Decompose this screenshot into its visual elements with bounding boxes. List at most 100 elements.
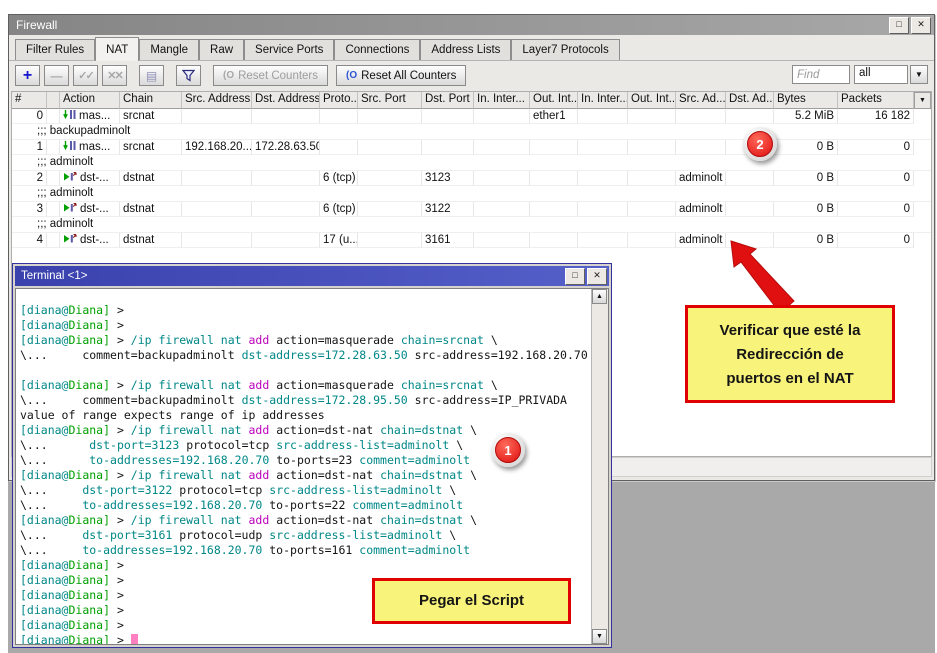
- cell: 6 (tcp): [320, 171, 358, 186]
- nat-rule-row[interactable]: 1mas...srcnat192.168.20...172.28.63.500 …: [12, 140, 931, 155]
- column-header-[interactable]: #: [12, 92, 47, 109]
- find-input[interactable]: [792, 65, 850, 84]
- terminal-line: value of range expects range of ip addre…: [20, 408, 590, 423]
- comment-row[interactable]: ;;; backupadminolt: [12, 124, 931, 140]
- terminal-line: [20, 363, 590, 378]
- cell: [628, 171, 676, 186]
- close-icon[interactable]: ✕: [587, 268, 607, 285]
- nat-rule-row[interactable]: 0mas...srcnatether15.2 MiB16 182: [12, 109, 931, 124]
- cell: dst-...: [60, 202, 120, 217]
- close-icon[interactable]: ✕: [911, 17, 931, 34]
- scroll-up-icon[interactable]: ▲: [592, 289, 607, 304]
- comment-row[interactable]: ;;; adminolt: [12, 186, 931, 202]
- column-header-in-inter[interactable]: In. Inter...: [578, 92, 628, 109]
- tab-layer7-protocols[interactable]: Layer7 Protocols: [511, 39, 619, 60]
- column-header-action[interactable]: Action: [60, 92, 120, 109]
- tab-bar: Filter RulesNATMangleRawService PortsCon…: [9, 35, 934, 61]
- tab-connections[interactable]: Connections: [334, 39, 420, 60]
- maximize-icon[interactable]: □: [565, 268, 585, 285]
- scroll-down-icon[interactable]: ▼: [592, 629, 607, 644]
- column-header-dst-port[interactable]: Dst. Port: [422, 92, 474, 109]
- cell: [422, 109, 474, 124]
- reset-counters-button[interactable]: (O Reset Counters: [213, 65, 328, 86]
- add-icon: +: [23, 69, 32, 83]
- cell: 0: [838, 233, 914, 248]
- reset-all-counters-button[interactable]: (O Reset All Counters: [336, 65, 466, 86]
- column-header-src-ad[interactable]: Src. Ad...: [676, 92, 726, 109]
- cell: adminolt: [676, 202, 726, 217]
- callout-line: Redirección de: [688, 343, 892, 367]
- column-header-src-port[interactable]: Src. Port: [358, 92, 422, 109]
- reset-counters-label: Reset Counters: [238, 70, 318, 82]
- enable-rule-button[interactable]: ✓✓: [73, 65, 98, 86]
- cell: [578, 171, 628, 186]
- reset-icon: (O: [223, 70, 234, 81]
- terminal-line: [diana@Diana] >: [20, 303, 590, 318]
- tab-filter-rules[interactable]: Filter Rules: [15, 39, 95, 60]
- tab-nat[interactable]: NAT: [95, 37, 139, 61]
- column-header-out-int[interactable]: Out. Int...: [628, 92, 676, 109]
- cell: [182, 171, 252, 186]
- cell: [578, 233, 628, 248]
- cell: [358, 140, 422, 155]
- tab-mangle[interactable]: Mangle: [139, 39, 199, 60]
- cell: [578, 202, 628, 217]
- cell: 16 182: [838, 109, 914, 124]
- tab-raw[interactable]: Raw: [199, 39, 244, 60]
- terminal-line: \... to-addresses=192.168.20.70 to-ports…: [20, 498, 590, 513]
- filter-button[interactable]: [176, 65, 201, 86]
- terminal-line: [diana@Diana] > /ip firewall nat add act…: [20, 378, 590, 393]
- add-rule-button[interactable]: +: [15, 65, 40, 86]
- cell: [358, 202, 422, 217]
- column-select-icon[interactable]: ▼: [914, 92, 931, 109]
- firewall-titlebar[interactable]: Firewall □ ✕: [9, 15, 934, 35]
- terminal-line: \... comment=backupadminolt dst-address=…: [20, 393, 590, 408]
- cell: 172.28.63.50: [252, 140, 320, 155]
- column-header-chain[interactable]: Chain: [120, 92, 182, 109]
- cell: 0 B: [774, 171, 838, 186]
- comment-row[interactable]: ;;; adminolt: [12, 155, 931, 171]
- column-header-proto[interactable]: Proto...: [320, 92, 358, 109]
- nat-rule-row[interactable]: 4dst-...dstnat17 (u...3161adminolt0 B0: [12, 233, 931, 248]
- dstnat-icon: [63, 202, 77, 217]
- column-header-out-int[interactable]: Out. Int...: [530, 92, 578, 109]
- cell: srcnat: [120, 109, 182, 124]
- filter-scope-select[interactable]: all: [854, 65, 908, 84]
- terminal-window-title: Terminal <1>: [21, 270, 563, 282]
- comment-row[interactable]: ;;; adminolt: [12, 217, 931, 233]
- tab-service-ports[interactable]: Service Ports: [244, 39, 334, 60]
- cell: [726, 233, 774, 248]
- step-badge-2: 2: [743, 127, 777, 161]
- column-header-dst-address[interactable]: Dst. Address: [252, 92, 320, 109]
- action-label: mas...: [79, 110, 110, 122]
- cell: [474, 109, 530, 124]
- nat-rule-row[interactable]: 2dst-...dstnat6 (tcp)3123adminolt0 B0: [12, 171, 931, 186]
- tab-address-lists[interactable]: Address Lists: [420, 39, 511, 60]
- column-header-dst-ad[interactable]: Dst. Ad...: [726, 92, 774, 109]
- cell: [182, 233, 252, 248]
- nat-rule-row[interactable]: 3dst-...dstnat6 (tcp)3122adminolt0 B0: [12, 202, 931, 217]
- filter-scope-dropdown-icon[interactable]: ▼: [910, 65, 928, 84]
- column-header-in-inter[interactable]: In. Inter...: [474, 92, 530, 109]
- cell: [578, 140, 628, 155]
- table-body: 0mas...srcnatether15.2 MiB16 182;;; back…: [12, 109, 931, 248]
- cell: 3123: [422, 171, 474, 186]
- comment-button[interactable]: ▤: [139, 65, 164, 86]
- cell: [628, 202, 676, 217]
- screenshot-root: Firewall □ ✕ Filter RulesNATMangleRawSer…: [0, 0, 937, 653]
- terminal-scrollbar[interactable]: ▲ ▼: [591, 289, 608, 644]
- column-header-bytes[interactable]: Bytes: [774, 92, 838, 109]
- column-header-flags[interactable]: [47, 92, 60, 109]
- cell: 0: [838, 140, 914, 155]
- column-header-src-address[interactable]: Src. Address: [182, 92, 252, 109]
- cell: 0 B: [774, 202, 838, 217]
- cell: [358, 109, 422, 124]
- remove-rule-button[interactable]: —: [44, 65, 69, 86]
- column-header-packets[interactable]: Packets: [838, 92, 914, 109]
- terminal-line: \... comment=backupadminolt dst-address=…: [20, 348, 590, 363]
- cell: dst-...: [60, 233, 120, 248]
- maximize-icon[interactable]: □: [889, 17, 909, 34]
- terminal-line: [diana@Diana] >: [20, 633, 590, 645]
- terminal-titlebar[interactable]: Terminal <1> □ ✕: [15, 266, 609, 286]
- disable-rule-button[interactable]: ✕✕: [102, 65, 127, 86]
